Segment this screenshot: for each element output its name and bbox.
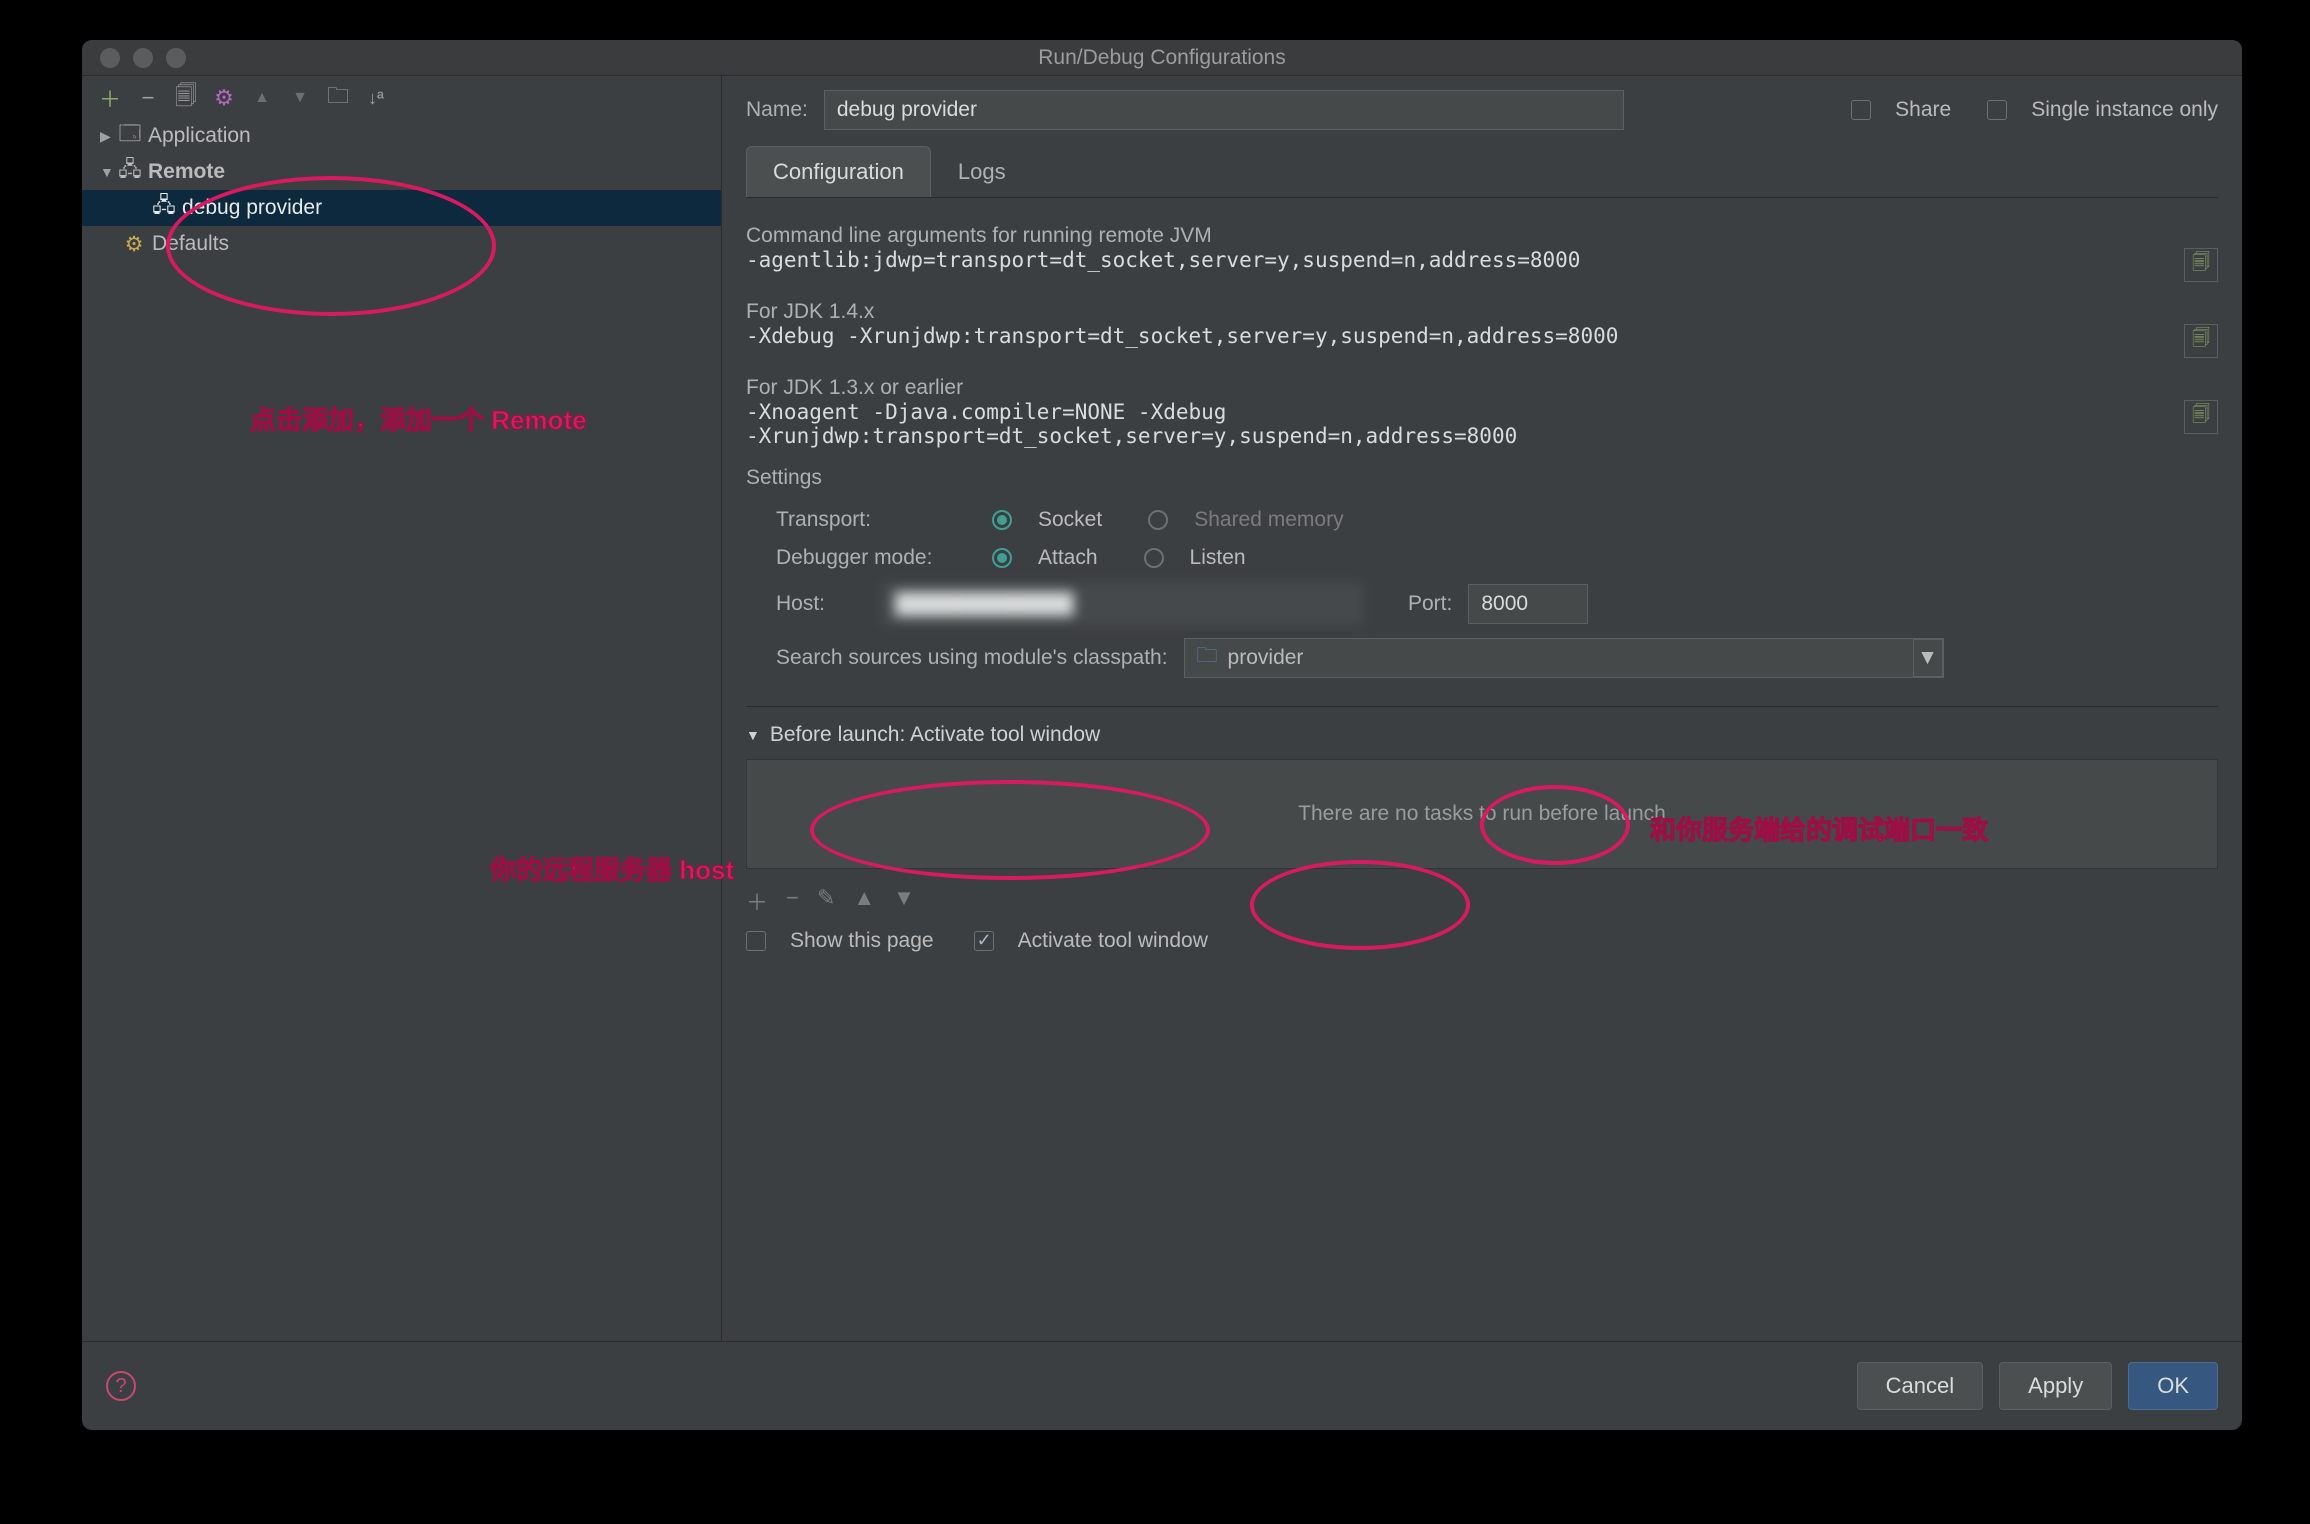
cmd-args-title: Command line arguments for running remot… [746, 224, 2218, 248]
tree-item-defaults[interactable]: ⚙ Defaults [82, 226, 721, 262]
show-page-label: Show this page [790, 929, 934, 953]
sidebar: ＋ − 🗐 ⚙ ▲ ▼ 🗀 ↓ª ▶ 🗔 Application ▼ 🖧 Re [82, 76, 722, 1341]
single-instance-label: Single instance only [2031, 98, 2218, 122]
empty-text: There are no tasks to run before launch [1298, 802, 1666, 826]
tree-label: Defaults [152, 232, 229, 256]
transport-label: Transport: [776, 508, 976, 532]
tree-label: Application [148, 124, 251, 148]
move-up-icon[interactable]: ▲ [250, 86, 274, 110]
settings-icon[interactable]: ⚙ [212, 86, 236, 110]
remote-config-icon: 🖧 [152, 196, 176, 220]
show-page-checkbox[interactable]: Show this page [746, 929, 934, 953]
copy-icon[interactable]: 🗐 [174, 86, 198, 110]
help-icon[interactable]: ? [106, 1371, 136, 1401]
edit-icon[interactable]: ✎ [817, 885, 835, 917]
jdk14-args: -Xdebug -Xrunjdwp:transport=dt_socket,se… [746, 324, 1618, 348]
move-down-icon[interactable]: ▼ [288, 86, 312, 110]
cancel-button[interactable]: Cancel [1857, 1362, 1983, 1410]
tree-label: Remote [148, 160, 225, 184]
share-label: Share [1895, 98, 1951, 122]
copy-button[interactable]: 🗐 [2184, 248, 2218, 282]
sidebar-toolbar: ＋ − 🗐 ⚙ ▲ ▼ 🗀 ↓ª [82, 76, 721, 116]
settings-title: Settings [746, 466, 2218, 490]
radio-label: Listen [1190, 546, 1246, 570]
config-panel: Command line arguments for running remot… [746, 208, 2218, 1323]
host-input[interactable] [882, 584, 1362, 624]
application-icon: 🗔 [118, 124, 142, 148]
activate-window-checkbox[interactable]: Activate tool window [974, 929, 1208, 953]
jdk13-args-1: -Xnoagent -Djava.compiler=NONE -Xdebug [746, 400, 1517, 424]
config-tree: ▶ 🗔 Application ▼ 🖧 Remote 🖧 debug provi… [82, 116, 721, 262]
apply-button[interactable]: Apply [1999, 1362, 2112, 1410]
debugger-mode-label: Debugger mode: [776, 546, 976, 570]
classpath-label: Search sources using module's classpath: [776, 646, 1168, 670]
sort-icon[interactable]: ↓ª [364, 86, 388, 110]
transport-socket-radio[interactable]: Socket [992, 508, 1102, 532]
name-input[interactable] [824, 90, 1624, 130]
settings-group: Transport: Socket Shared memory Debugger… [746, 508, 2218, 678]
radio-label: Shared memory [1194, 508, 1343, 532]
move-up-icon[interactable]: ▲ [853, 885, 875, 917]
name-label: Name: [746, 98, 808, 122]
remove-icon[interactable]: − [786, 885, 799, 917]
add-icon[interactable]: ＋ [746, 885, 768, 917]
activate-window-label: Activate tool window [1018, 929, 1208, 953]
tree-label: debug provider [182, 196, 322, 220]
expand-arrow-icon[interactable]: ▶ [100, 128, 118, 145]
dialog-footer: ? Cancel Apply OK [82, 1341, 2242, 1430]
tree-item-application[interactable]: ▶ 🗔 Application [82, 118, 721, 154]
transport-shared-radio[interactable]: Shared memory [1148, 508, 1343, 532]
window-title: Run/Debug Configurations [82, 46, 2242, 70]
port-label: Port: [1408, 592, 1452, 616]
copy-button[interactable]: 🗐 [2184, 324, 2218, 358]
radio-label: Socket [1038, 508, 1102, 532]
move-down-icon[interactable]: ▼ [893, 885, 915, 917]
defaults-icon: ⚙ [122, 232, 146, 256]
tab-configuration[interactable]: Configuration [746, 146, 931, 197]
add-icon[interactable]: ＋ [98, 86, 122, 110]
folder-icon[interactable]: 🗀 [326, 86, 350, 110]
jdk14-title: For JDK 1.4.x [746, 300, 2218, 324]
ok-button[interactable]: OK [2128, 1362, 2218, 1410]
mode-attach-radio[interactable]: Attach [992, 546, 1098, 570]
classpath-select[interactable]: 🗀 provider ▼ [1184, 638, 1944, 678]
tab-logs[interactable]: Logs [931, 146, 1033, 197]
jdk13-title: For JDK 1.3.x or earlier [746, 376, 2218, 400]
main-panel: Name: Share Single instance only Configu… [722, 76, 2242, 1341]
share-checkbox[interactable]: Share [1851, 98, 1951, 122]
remove-icon[interactable]: − [136, 86, 160, 110]
cmd-args-text: -agentlib:jdwp=transport=dt_socket,serve… [746, 248, 1580, 272]
mode-listen-radio[interactable]: Listen [1144, 546, 1246, 570]
before-launch-header[interactable]: ▼ Before launch: Activate tool window [746, 723, 2218, 747]
tree-item-debug-provider[interactable]: 🖧 debug provider [82, 190, 721, 226]
chevron-down-icon[interactable]: ▼ [1913, 639, 1943, 677]
before-launch-list: There are no tasks to run before launch [746, 759, 2218, 869]
classpath-value: provider [1228, 646, 1304, 670]
module-icon: 🗀 [1197, 641, 1218, 676]
jdk13-args-2: -Xrunjdwp:transport=dt_socket,server=y,s… [746, 424, 1517, 448]
remote-icon: 🖧 [118, 160, 142, 184]
host-label: Host: [776, 592, 866, 616]
before-launch-toolbar: ＋ − ✎ ▲ ▼ [746, 881, 2218, 917]
collapse-arrow-icon[interactable]: ▼ [100, 164, 118, 180]
name-row: Name: Share Single instance only [746, 90, 2218, 130]
collapse-arrow-icon[interactable]: ▼ [746, 727, 760, 743]
tab-bar: Configuration Logs [746, 146, 2218, 198]
port-input[interactable] [1468, 584, 1588, 624]
radio-label: Attach [1038, 546, 1098, 570]
dialog-window: Run/Debug Configurations ＋ − 🗐 ⚙ ▲ ▼ 🗀 ↓… [82, 40, 2242, 1430]
single-instance-checkbox[interactable]: Single instance only [1987, 98, 2218, 122]
before-launch-title: Before launch: Activate tool window [770, 723, 1100, 747]
tree-item-remote[interactable]: ▼ 🖧 Remote [82, 154, 721, 190]
copy-button[interactable]: 🗐 [2184, 400, 2218, 434]
title-bar: Run/Debug Configurations [82, 40, 2242, 76]
